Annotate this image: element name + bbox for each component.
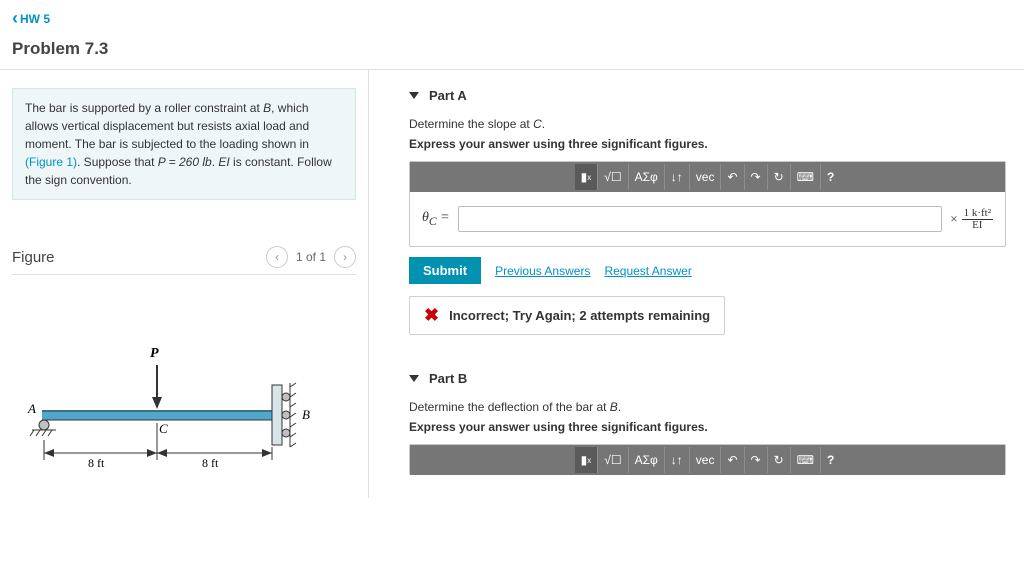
vec-icon[interactable]: vec <box>690 164 722 190</box>
reset-icon[interactable]: ↻ <box>768 447 791 473</box>
part-a-instruction-2: Express your answer using three signific… <box>409 137 1006 151</box>
arrows-icon[interactable]: ↓↑ <box>665 447 690 473</box>
request-answer-link[interactable]: Request Answer <box>604 264 691 278</box>
pager-text: 1 of 1 <box>296 250 326 264</box>
part-a-title: Part A <box>429 88 467 103</box>
prev-figure-button[interactable]: ‹ <box>266 246 288 268</box>
back-link-text: HW 5 <box>20 12 50 26</box>
part-a-header[interactable]: Part A <box>409 88 1006 103</box>
part-b-instruction-2: Express your answer using three signific… <box>409 420 1006 434</box>
back-link[interactable]: ‹ HW 5 <box>12 8 50 29</box>
equation-toolbar-b: ▮x √☐ ΑΣφ ↓↑ vec ↶ ↷ ↻ ⌨ ? <box>410 445 1005 475</box>
keyboard-icon[interactable]: ⌨ <box>791 447 821 473</box>
sqrt-icon[interactable]: √☐ <box>598 447 628 473</box>
previous-answers-link[interactable]: Previous Answers <box>495 264 590 278</box>
caret-down-icon <box>409 92 419 99</box>
figure-pager: ‹ 1 of 1 › <box>266 246 356 268</box>
answer-box-b: ▮x √☐ ΑΣφ ↓↑ vec ↶ ↷ ↻ ⌨ ? <box>409 444 1006 475</box>
answer-input-a[interactable] <box>458 206 943 232</box>
vec-icon[interactable]: vec <box>690 447 722 473</box>
fraction-icon[interactable]: ▮x <box>575 447 599 473</box>
answer-unit: × 1 k·ft²EI <box>950 208 993 231</box>
svg-text:C: C <box>159 421 168 436</box>
undo-icon[interactable]: ↶ <box>721 164 744 190</box>
redo-icon[interactable]: ↷ <box>745 164 768 190</box>
feedback-box: ✖ Incorrect; Try Again; 2 attempts remai… <box>409 296 725 335</box>
x-icon: ✖ <box>424 305 439 326</box>
greek-icon[interactable]: ΑΣφ <box>629 447 665 473</box>
answer-symbol: θC = <box>422 210 450 228</box>
part-b-header[interactable]: Part B <box>409 371 1006 386</box>
help-icon[interactable]: ? <box>821 164 840 190</box>
part-b-title: Part B <box>429 371 467 386</box>
greek-icon[interactable]: ΑΣφ <box>629 164 665 190</box>
caret-down-icon <box>409 375 419 382</box>
part-a-instruction-1: Determine the slope at C. <box>409 117 1006 131</box>
problem-title: Problem 7.3 <box>12 39 1012 59</box>
feedback-text: Incorrect; Try Again; 2 attempts remaini… <box>449 308 710 323</box>
svg-text:B: B <box>302 407 310 422</box>
figure-label: Figure <box>12 249 55 266</box>
equation-toolbar: ▮x √☐ ΑΣφ ↓↑ vec ↶ ↷ ↻ ⌨ ? <box>410 162 1005 192</box>
problem-description: The bar is supported by a roller constra… <box>12 88 356 200</box>
svg-text:A: A <box>27 401 36 416</box>
svg-text:8 ft: 8 ft <box>88 456 105 470</box>
part-b-instruction-1: Determine the deflection of the bar at B… <box>409 400 1006 414</box>
next-figure-button[interactable]: › <box>334 246 356 268</box>
keyboard-icon[interactable]: ⌨ <box>791 164 821 190</box>
reset-icon[interactable]: ↻ <box>768 164 791 190</box>
figure-diagram: P A B C 8 ft 8 ft <box>12 325 356 498</box>
arrows-icon[interactable]: ↓↑ <box>665 164 690 190</box>
fraction-icon[interactable]: ▮x <box>575 164 599 190</box>
sqrt-icon[interactable]: √☐ <box>598 164 628 190</box>
help-icon[interactable]: ? <box>821 447 840 473</box>
chevron-left-icon: ‹ <box>12 8 18 29</box>
svg-text:P: P <box>150 346 159 361</box>
figure-link[interactable]: (Figure 1) <box>25 155 77 169</box>
answer-box-a: ▮x √☐ ΑΣφ ↓↑ vec ↶ ↷ ↻ ⌨ ? θC = × 1 k·ft… <box>409 161 1006 247</box>
undo-icon[interactable]: ↶ <box>721 447 744 473</box>
redo-icon[interactable]: ↷ <box>745 447 768 473</box>
submit-button[interactable]: Submit <box>409 257 481 284</box>
svg-text:8 ft: 8 ft <box>202 456 219 470</box>
